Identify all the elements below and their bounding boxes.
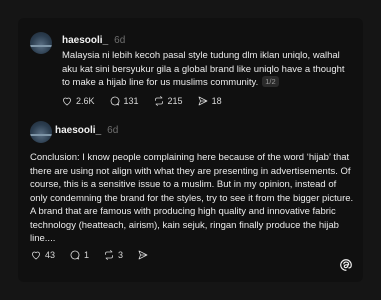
threads-card: haesooli_ 6d Malaysia ni lebih kecoh pasa…: [18, 18, 363, 282]
action-bar: 43 1 3: [30, 249, 166, 261]
repost-count: 215: [167, 96, 183, 106]
reply-count: 1: [84, 250, 90, 260]
avatar[interactable]: [30, 121, 52, 143]
comment-icon: [70, 250, 80, 260]
timestamp: 6d: [107, 125, 119, 136]
timestamp: 6d: [114, 35, 126, 46]
like-count: 43: [45, 250, 56, 260]
reply-button[interactable]: 1: [69, 249, 89, 261]
share-count: 18: [211, 96, 222, 106]
avatar[interactable]: [30, 32, 52, 54]
repost-icon: [105, 250, 113, 260]
post-text: Malaysia ni lebih kecoh pasal style tudu…: [62, 49, 354, 90]
reply-button[interactable]: 131: [109, 95, 139, 107]
repost-button[interactable]: 3: [103, 249, 123, 261]
post-body: Malaysia ni lebih kecoh pasal style tudu…: [62, 50, 345, 88]
comment-icon: [110, 96, 119, 106]
post-header: haesooli_ 6d: [55, 125, 118, 136]
send-icon: [138, 250, 148, 260]
thread-counter: 1/2: [262, 76, 279, 87]
reply-count: 131: [123, 96, 139, 106]
username[interactable]: haesooli_: [62, 35, 108, 46]
share-button[interactable]: 18: [197, 95, 222, 107]
threads-logo-icon[interactable]: [339, 258, 353, 272]
post-header: haesooli_ 6d: [62, 35, 125, 46]
repost-count: 3: [118, 250, 124, 260]
like-button[interactable]: 43: [30, 249, 55, 261]
post-text: Conclusion: I know people complaining he…: [30, 152, 354, 244]
username[interactable]: haesooli_: [55, 125, 101, 136]
like-button[interactable]: 2.6K: [61, 95, 95, 107]
like-count: 2.6K: [76, 96, 95, 106]
send-icon: [198, 96, 207, 106]
heart-icon: [32, 251, 40, 260]
repost-button[interactable]: 215: [153, 95, 183, 107]
heart-icon: [63, 97, 71, 106]
share-button[interactable]: [137, 249, 152, 261]
repost-icon: [154, 96, 163, 106]
action-bar: 2.6K 131 215 18: [61, 95, 236, 107]
